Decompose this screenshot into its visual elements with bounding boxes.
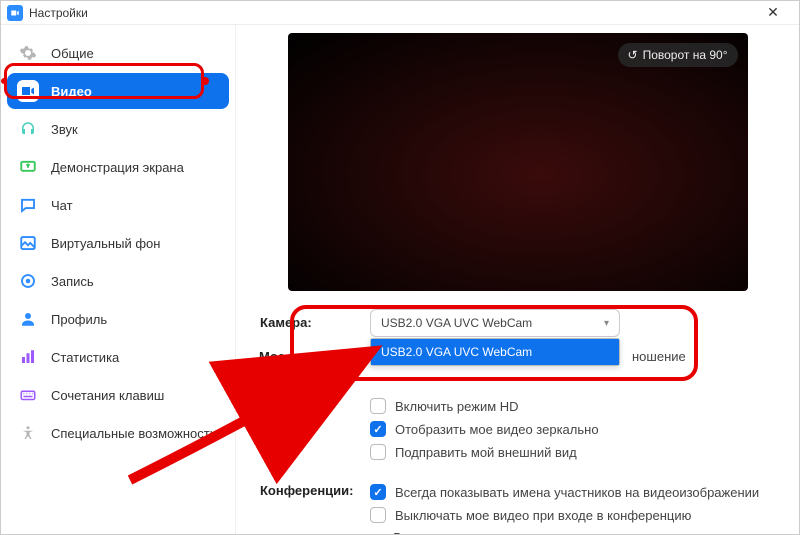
checkbox-video-off-join[interactable]: Выключать мое видео при входе в конферен…	[370, 507, 775, 523]
checkbox-show-names[interactable]: Всегда показывать имена участников на ви…	[370, 484, 775, 500]
checkbox-preview-dialog[interactable]: Всегда показывать диалоговое окно предва…	[370, 530, 775, 534]
checkbox-icon	[370, 421, 386, 437]
chat-icon	[17, 194, 39, 216]
sidebar-item-accessibility[interactable]: Специальные возможности	[7, 415, 229, 451]
sidebar-item-audio[interactable]: Звук	[7, 111, 229, 147]
checkbox-label: Всегда показывать имена участников на ви…	[395, 485, 759, 500]
sidebar-item-label: Видео	[51, 84, 92, 99]
checkbox-touchup[interactable]: Подправить мой внешний вид	[370, 444, 775, 460]
checkbox-label: Всегда показывать диалоговое окно предва…	[393, 530, 775, 534]
sidebar-item-share[interactable]: Демонстрация экрана	[7, 149, 229, 185]
sidebar-item-video[interactable]: Видео	[7, 73, 229, 109]
body: Общие Видео Звук Демонстрация экрана Чат…	[1, 25, 799, 534]
camera-select[interactable]: USB2.0 VGA UVC WebCam ▾ USB2.0 VGA UVC W…	[370, 309, 620, 337]
sidebar-item-label: Демонстрация экрана	[51, 160, 184, 175]
checkbox-icon	[370, 507, 386, 523]
conference-section: Конференции: Всегда показывать имена уча…	[260, 477, 775, 534]
profile-icon	[17, 308, 39, 330]
sidebar-item-virtual-bg[interactable]: Виртуальный фон	[7, 225, 229, 261]
myvideo-label-partial: Мое в	[259, 349, 319, 364]
sidebar: Общие Видео Звук Демонстрация экрана Чат…	[1, 25, 236, 534]
sidebar-item-profile[interactable]: Профиль	[7, 301, 229, 337]
sidebar-item-label: Сочетания клавиш	[51, 388, 164, 403]
sidebar-item-chat[interactable]: Чат	[7, 187, 229, 223]
checkbox-hd[interactable]: Включить режим HD	[370, 398, 775, 414]
sidebar-item-shortcuts[interactable]: Сочетания клавиш	[7, 377, 229, 413]
rotate-icon: ↺	[628, 48, 638, 62]
myvideo-label	[260, 391, 370, 467]
checkbox-icon	[370, 444, 386, 460]
window-title: Настройки	[29, 6, 88, 20]
sidebar-item-label: Общие	[51, 46, 94, 61]
video-preview: ↺ Поворот на 90°	[288, 33, 748, 291]
main-panel: ↺ Поворот на 90° Камера: USB2.0 VGA UVC …	[236, 25, 799, 534]
chevron-down-icon: ▾	[604, 318, 609, 329]
sidebar-item-label: Чат	[51, 198, 73, 213]
record-icon	[17, 270, 39, 292]
checkbox-icon	[370, 398, 386, 414]
conference-label: Конференции:	[260, 477, 370, 534]
checkbox-mirror[interactable]: Отобразить мое видео зеркально	[370, 421, 775, 437]
myvideo-section: Включить режим HD Отобразить мое видео з…	[260, 391, 775, 467]
camera-selected-text: USB2.0 VGA UVC WebCam	[381, 316, 532, 330]
sidebar-item-stats[interactable]: Статистика	[7, 339, 229, 375]
stats-icon	[17, 346, 39, 368]
titlebar: Настройки ✕	[1, 1, 799, 25]
settings-window: Настройки ✕ Общие Видео Звук Демонстраци…	[0, 0, 800, 535]
gear-icon	[17, 42, 39, 64]
checkbox-label: Отобразить мое видео зеркально	[395, 422, 599, 437]
accessibility-icon	[17, 422, 39, 444]
camera-dropdown-option[interactable]: USB2.0 VGA UVC WebCam	[371, 339, 619, 365]
share-screen-icon	[17, 156, 39, 178]
close-button[interactable]: ✕	[753, 4, 793, 21]
sidebar-item-record[interactable]: Запись	[7, 263, 229, 299]
camera-dropdown: USB2.0 VGA UVC WebCam	[370, 338, 620, 366]
rotate-button[interactable]: ↺ Поворот на 90°	[618, 43, 738, 67]
app-icon	[7, 5, 23, 21]
camera-section: Камера: USB2.0 VGA UVC WebCam ▾ USB2.0 V…	[260, 309, 775, 381]
myvideo-options: Включить режим HD Отобразить мое видео з…	[370, 391, 775, 467]
headphones-icon	[17, 118, 39, 140]
sidebar-item-label: Профиль	[51, 312, 107, 327]
sidebar-item-label: Звук	[51, 122, 78, 137]
aspect-ratio-tail-text: ношение	[632, 349, 686, 364]
sidebar-item-label: Статистика	[51, 350, 119, 365]
image-icon	[17, 232, 39, 254]
camera-select-box[interactable]: USB2.0 VGA UVC WebCam ▾	[370, 309, 620, 337]
video-icon	[17, 80, 39, 102]
checkbox-label: Подправить мой внешний вид	[395, 445, 577, 460]
camera-label: Камера:	[260, 309, 370, 381]
keyboard-icon	[17, 384, 39, 406]
sidebar-item-label: Виртуальный фон	[51, 236, 160, 251]
checkbox-label: Включить режим HD	[395, 399, 519, 414]
conference-options: Всегда показывать имена участников на ви…	[370, 477, 775, 534]
checkbox-label: Выключать мое видео при входе в конферен…	[395, 508, 691, 523]
checkbox-icon	[370, 484, 386, 500]
rotate-label: Поворот на 90°	[643, 48, 728, 62]
sidebar-item-label: Запись	[51, 274, 94, 289]
sidebar-item-label: Специальные возможности	[51, 426, 217, 441]
sidebar-item-general[interactable]: Общие	[7, 35, 229, 71]
